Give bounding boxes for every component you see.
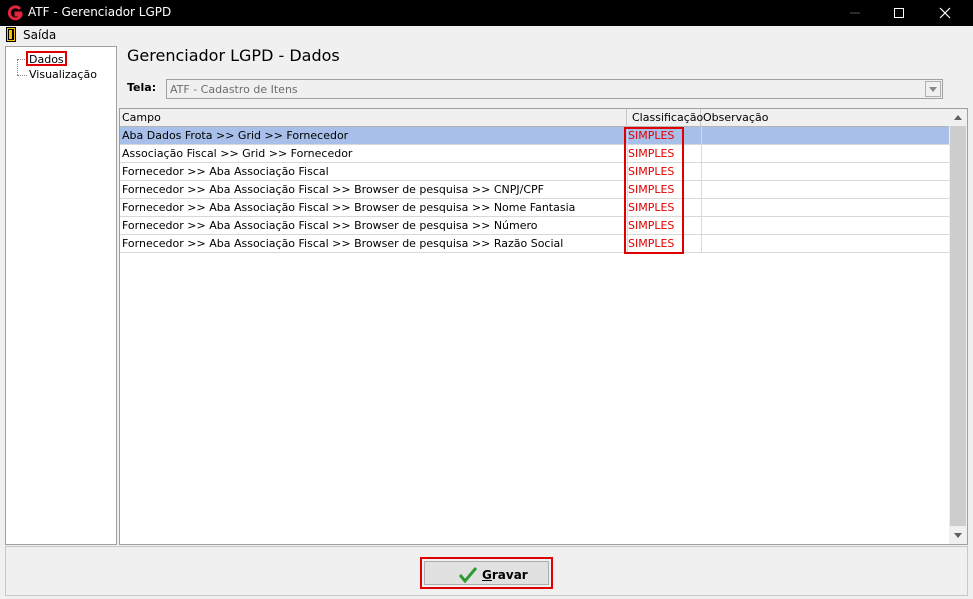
cell-classificacao[interactable]: SIMPLES <box>628 199 700 217</box>
cell-classificacao[interactable]: SIMPLES <box>628 145 700 163</box>
tree-connector <box>17 75 27 76</box>
cell-observacao[interactable] <box>702 145 950 163</box>
cell-classificacao[interactable]: SIMPLES <box>628 163 700 181</box>
title-bar: ATF - Gerenciador LGPD <box>0 0 973 26</box>
minimize-icon <box>850 12 860 14</box>
cell-observacao[interactable] <box>702 181 950 199</box>
exit-menu-item[interactable]: Saída <box>4 26 56 44</box>
maximize-button[interactable] <box>876 0 922 26</box>
nav-tree: Dados Visualização <box>5 46 117 545</box>
chevron-down-icon <box>954 533 962 538</box>
tree-item-visualizacao[interactable]: Visualização <box>27 68 99 83</box>
cell-classificacao[interactable]: SIMPLES <box>628 235 700 253</box>
cell-observacao[interactable] <box>702 199 950 217</box>
table-row[interactable]: Fornecedor >> Aba Associação Fiscal >> B… <box>120 199 950 217</box>
cell-campo: Fornecedor >> Aba Associação Fiscal >> B… <box>122 219 538 232</box>
cell-campo: Fornecedor >> Aba Associação Fiscal >> B… <box>122 201 576 214</box>
cell-campo: Associação Fiscal >> Grid >> Fornecedor <box>122 147 353 160</box>
cell-classificacao[interactable]: SIMPLES <box>628 181 700 199</box>
cell-campo: Fornecedor >> Aba Associação Fiscal <box>122 165 329 178</box>
data-grid[interactable]: Campo Classificação Observação Aba Dados… <box>119 108 968 545</box>
save-button-face: Gravar <box>424 561 549 585</box>
table-row[interactable]: Fornecedor >> Aba Associação Fiscal >> B… <box>120 235 950 253</box>
close-icon <box>939 7 951 19</box>
minimize-button[interactable] <box>832 0 878 26</box>
atf-logo-icon <box>7 5 24 21</box>
chevron-up-icon <box>954 115 962 120</box>
tela-select-value: ATF - Cadastro de Itens <box>170 83 298 96</box>
chevron-down-icon <box>929 87 937 92</box>
close-button[interactable] <box>922 0 968 26</box>
cell-classificacao[interactable]: SIMPLES <box>628 127 700 145</box>
checkmark-icon <box>458 567 478 584</box>
cell-observacao[interactable] <box>702 217 950 235</box>
scroll-thumb[interactable] <box>950 126 966 526</box>
tree-item-dados[interactable]: Dados <box>26 51 67 66</box>
door-exit-icon <box>6 27 16 42</box>
page-title: Gerenciador LGPD - Dados <box>127 46 340 65</box>
tree-connector <box>17 59 18 75</box>
cell-campo: Aba Dados Frota >> Grid >> Fornecedor <box>122 129 349 142</box>
cell-observacao[interactable] <box>702 235 950 253</box>
vertical-scrollbar[interactable] <box>949 109 967 544</box>
table-row[interactable]: Fornecedor >> Aba Associação Fiscal >> B… <box>120 217 950 235</box>
column-header-campo[interactable]: Campo <box>120 109 627 127</box>
exit-menu-label: Saída <box>23 28 57 42</box>
menu-bar: Saída <box>0 26 973 44</box>
column-header-classificacao[interactable]: Classificação <box>627 109 703 127</box>
cell-campo: Fornecedor >> Aba Associação Fiscal >> B… <box>122 237 564 250</box>
scroll-up-button[interactable] <box>949 109 967 126</box>
table-row[interactable]: Fornecedor >> Aba Associação Fiscal >> B… <box>120 181 950 199</box>
dropdown-button[interactable] <box>925 81 941 97</box>
table-row[interactable]: Aba Dados Frota >> Grid >> Fornecedor SI… <box>120 127 950 145</box>
cell-classificacao[interactable]: SIMPLES <box>628 217 700 235</box>
table-row[interactable]: Associação Fiscal >> Grid >> Fornecedor … <box>120 145 950 163</box>
maximize-icon <box>894 8 904 18</box>
tela-select[interactable]: ATF - Cadastro de Itens <box>166 79 943 99</box>
grid-header: Campo Classificação Observação <box>120 109 950 127</box>
scroll-down-button[interactable] <box>949 527 967 544</box>
column-header-observacao[interactable]: Observação <box>701 109 950 127</box>
cell-observacao[interactable] <box>702 127 950 145</box>
table-row[interactable]: Fornecedor >> Aba Associação Fiscal SIMP… <box>120 163 950 181</box>
save-button-label: Gravar <box>482 568 528 582</box>
cell-campo: Fornecedor >> Aba Associação Fiscal >> B… <box>122 183 544 196</box>
save-button[interactable]: Gravar <box>420 557 553 589</box>
tela-label: Tela: <box>127 81 157 94</box>
cell-observacao[interactable] <box>702 163 950 181</box>
window-title: ATF - Gerenciador LGPD <box>28 5 172 19</box>
